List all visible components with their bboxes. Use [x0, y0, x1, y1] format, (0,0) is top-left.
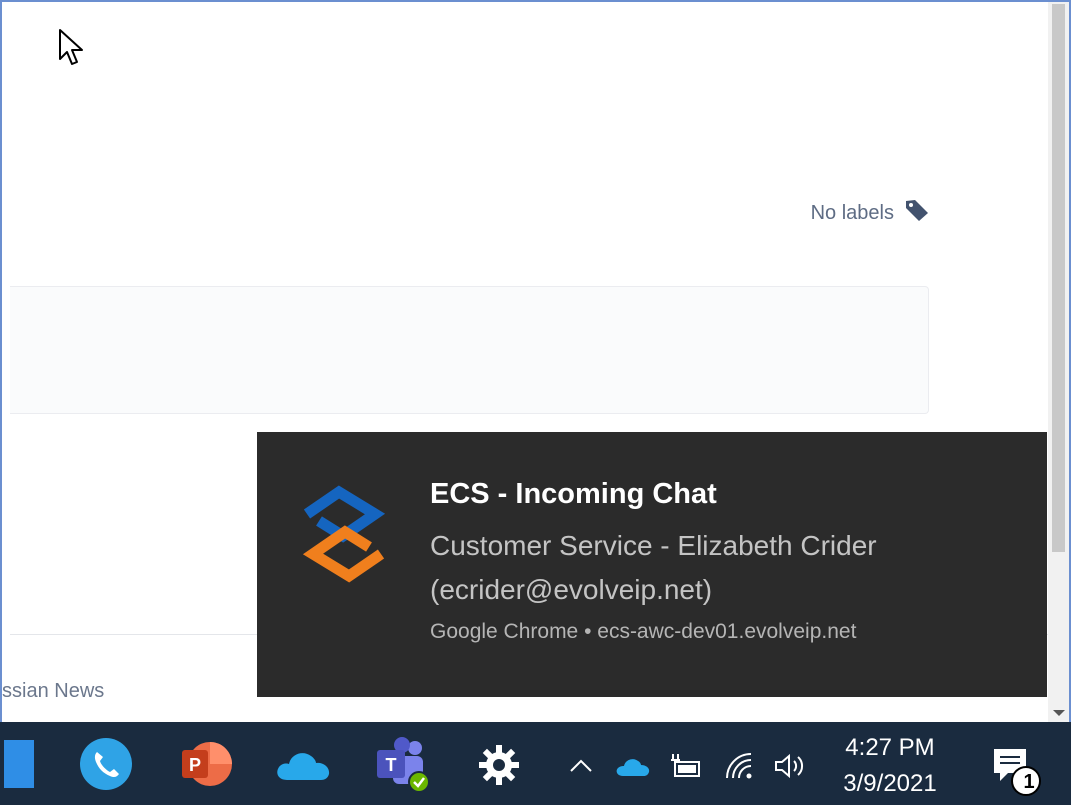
wifi-icon[interactable] — [720, 750, 760, 782]
notification-count-badge: 1 — [1023, 771, 1035, 793]
scroll-down-arrow-icon[interactable] — [1053, 710, 1065, 716]
mouse-pointer-icon — [58, 28, 86, 73]
powerpoint-icon[interactable]: P — [177, 738, 233, 790]
action-center-icon[interactable]: 1 — [984, 742, 1046, 800]
ecs-logo-icon — [289, 484, 399, 599]
system-clock[interactable]: 4:27 PM 3/9/2021 — [826, 730, 954, 802]
taskbar: P T 4:27 PM 3/9/2021 1 — [0, 722, 1071, 805]
clock-date: 3/9/2021 — [843, 770, 937, 797]
onedrive-cloud-icon[interactable] — [272, 744, 334, 784]
notification-body: Customer Service - Elizabeth Crider (ecr… — [430, 524, 1010, 612]
labels-area[interactable]: No labels — [811, 198, 930, 228]
clock-time: 4:27 PM — [845, 734, 935, 761]
no-labels-text: No labels — [810, 201, 894, 224]
notification-source: Google Chrome • ecs-awc-dev01.evolveip.n… — [430, 620, 857, 643]
notification-title: ECS - Incoming Chat — [430, 478, 717, 510]
tag-icon[interactable] — [904, 198, 930, 228]
teams-icon[interactable]: T — [372, 736, 432, 794]
windows-start-icon[interactable] — [0, 736, 38, 792]
notification-body-line: (ecrider@evolveip.net) — [430, 574, 713, 605]
content-panel — [10, 286, 929, 414]
scrollbar-thumb[interactable] — [1052, 4, 1065, 552]
gear-icon[interactable] — [474, 740, 524, 790]
notification-body-line: Customer Service - Elizabeth Crider — [430, 530, 877, 561]
battery-icon[interactable] — [664, 750, 706, 782]
footer-link[interactable]: ssian News — [2, 680, 104, 703]
chevron-up-icon[interactable] — [564, 752, 598, 780]
notification-toast[interactable]: ECS - Incoming Chat Customer Service - E… — [257, 432, 1047, 697]
vertical-scrollbar[interactable] — [1048, 2, 1069, 722]
onedrive-tray-icon[interactable] — [612, 752, 654, 780]
powerpoint-letter: P — [189, 755, 201, 775]
volume-icon[interactable] — [770, 750, 810, 782]
phone-icon[interactable] — [78, 736, 134, 792]
teams-letter: T — [386, 755, 397, 775]
